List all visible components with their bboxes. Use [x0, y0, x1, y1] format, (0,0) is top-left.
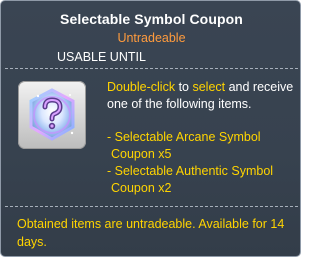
list-item: - Selectable Arcane Symbol Coupon x5 [107, 129, 297, 163]
reward-list: - Selectable Arcane Symbol Coupon x5 - S… [107, 129, 297, 197]
desc-text: to [175, 80, 193, 94]
divider [5, 68, 298, 69]
list-item: - Selectable Authentic Symbol Coupon x2 [107, 163, 297, 197]
list-item-line: Coupon x5 [111, 147, 172, 161]
item-tooltip: Selectable Symbol Coupon Untradeable USA… [0, 0, 301, 257]
tooltip-footer: Obtained items are untradeable. Availabl… [17, 217, 285, 249]
double-click-text: Double-click [107, 80, 176, 94]
question-mark-coupon-icon [29, 88, 75, 141]
item-title: Selectable Symbol Coupon [60, 11, 243, 27]
select-text: select [192, 80, 226, 94]
list-item-line: - Selectable Arcane Symbol [107, 130, 261, 144]
divider [5, 206, 298, 207]
item-icon-frame [18, 81, 86, 149]
list-item-line: Coupon x2 [111, 181, 172, 195]
trade-status: Untradeable [117, 31, 186, 45]
item-description: Double-click to select and receive one o… [107, 79, 297, 113]
usable-until-label: USABLE UNTIL [57, 50, 146, 64]
list-item-line: - Selectable Authentic Symbol [107, 164, 274, 178]
